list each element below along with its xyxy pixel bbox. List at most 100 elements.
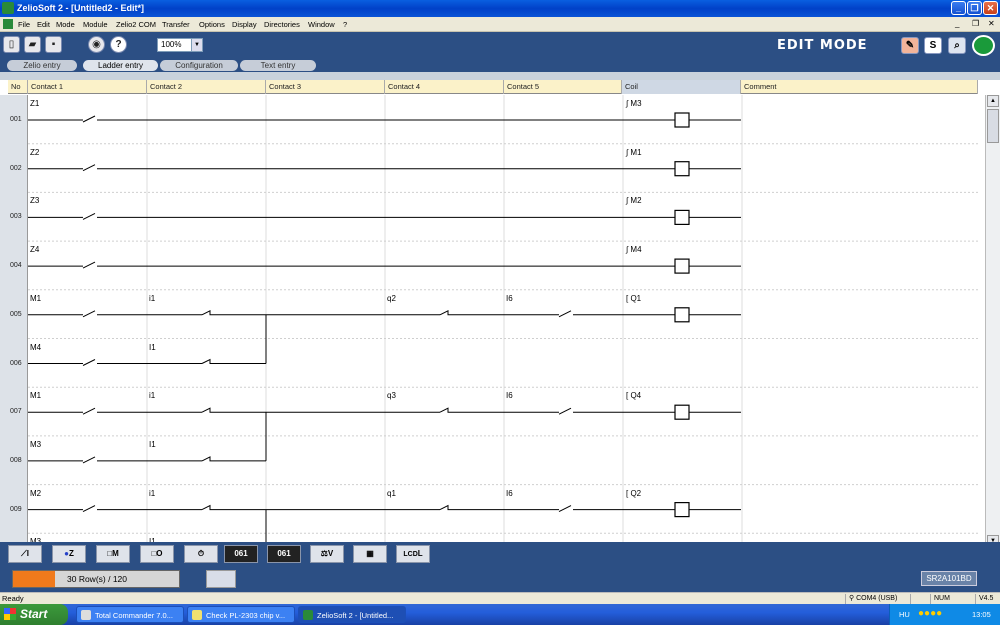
- mdi-restore-button[interactable]: ❐: [972, 19, 979, 28]
- start-button[interactable]: Start: [0, 604, 68, 625]
- scroll-up-arrow[interactable]: ▲: [987, 95, 999, 107]
- row-number: 008: [10, 456, 22, 464]
- close-button[interactable]: ✕: [983, 1, 998, 15]
- palette-compare[interactable]: ⚖V: [310, 545, 344, 563]
- system-tray: HU ●●●● 13:05: [889, 604, 1000, 625]
- coil-label: ∫ M1: [626, 147, 642, 157]
- window-title: ZelioSoft 2 - [Untitled2 - Edit*]: [17, 3, 144, 13]
- palette-clock-grid-icon[interactable]: ▦: [353, 545, 387, 563]
- palette-timer-icon[interactable]: ⏱: [184, 545, 218, 563]
- header-coil: Coil: [622, 80, 741, 94]
- zoom-select[interactable]: 100% ▼: [157, 38, 203, 52]
- coil-box: [674, 307, 690, 323]
- mdi-close-button[interactable]: ✕: [988, 19, 995, 28]
- menu-display[interactable]: Display: [232, 20, 257, 29]
- menu-directories[interactable]: Directories: [264, 20, 300, 29]
- contact-label: q3: [387, 391, 396, 401]
- coil-label: [ Q4: [626, 391, 642, 401]
- module-model: SR2A101BD: [921, 571, 977, 586]
- coil-label: ∫ M2: [626, 196, 642, 206]
- coil-box: [674, 404, 690, 420]
- new-file-button[interactable]: ▯: [3, 36, 20, 53]
- contact-label: q2: [387, 293, 396, 303]
- tab-text-entry[interactable]: Text entry: [240, 60, 316, 71]
- contact-label: I1: [149, 342, 156, 352]
- maximize-button[interactable]: ❐: [967, 1, 982, 15]
- contact-label: i1: [149, 293, 156, 303]
- scroll-down-arrow[interactable]: ▼: [987, 535, 999, 542]
- menu-transfer[interactable]: Transfer: [162, 20, 190, 29]
- task-zeliosoft[interactable]: ZelioSoft 2 - [Untitled...: [298, 606, 406, 623]
- contact-label: M2: [30, 488, 42, 498]
- menu-module[interactable]: Module: [83, 20, 108, 29]
- palette-lcd[interactable]: LCDL: [396, 545, 430, 563]
- palette-counter[interactable]: 061: [224, 545, 258, 563]
- ladder-grid: No Contact 1 Contact 2 Contact 3 Contact…: [0, 72, 1000, 542]
- contact-label: M4: [30, 342, 42, 352]
- contact-label: Z4: [30, 245, 40, 255]
- row-number: 007: [10, 408, 22, 416]
- menu-zelio2com[interactable]: Zelio2 COM: [116, 20, 156, 29]
- module-display-icon[interactable]: [206, 570, 236, 588]
- header-contact2: Contact 2: [147, 80, 266, 94]
- contact-label: I6: [506, 488, 513, 498]
- ladder-diagram[interactable]: [28, 95, 978, 542]
- vertical-scrollbar[interactable]: ▲ ▼: [985, 95, 1000, 542]
- row-number: 001: [10, 116, 22, 123]
- minimize-button[interactable]: _: [951, 1, 966, 15]
- palette-fast-counter[interactable]: 061: [267, 545, 301, 563]
- view-eye-button[interactable]: ◉: [88, 36, 105, 53]
- contact-label: Z1: [30, 99, 40, 108]
- palette-outputs[interactable]: □O: [140, 545, 174, 563]
- note-icon: [192, 610, 202, 620]
- taskbar: Start Total Commander 7.0... Check PL-23…: [0, 604, 1000, 625]
- ladder-rungs: Z1 ∫ M3 Z2 ∫ M1 Z3 ∫ M2 Z4 ∫ M4 M1 i1 q2 I6 [ Q1 M4 I1…: [28, 95, 978, 542]
- task-check-pl2303[interactable]: Check PL-2303 chip v...: [187, 606, 295, 623]
- palette-z-keys[interactable]: ●Z: [52, 545, 86, 563]
- status-bar: Ready ⚲ COM4 (USB) NUM V4.5: [0, 592, 1000, 604]
- doc-icon: [3, 19, 13, 29]
- language-indicator[interactable]: HU: [899, 610, 910, 619]
- edit-mode-label: EDIT MODE: [777, 38, 868, 53]
- coil-box: [674, 209, 690, 226]
- tab-configuration[interactable]: Configuration: [160, 60, 238, 71]
- contact-label: I6: [506, 391, 513, 401]
- edit-mode-button[interactable]: ✎: [901, 37, 919, 54]
- contact-label: Z3: [30, 196, 40, 206]
- menu-bar: File Edit Mode Module Zelio2 COM Transfe…: [0, 17, 1000, 32]
- row-number: 002: [10, 164, 22, 172]
- header-contact5: Contact 5: [504, 80, 622, 94]
- row-number: 009: [10, 505, 22, 513]
- menu-options[interactable]: Options: [199, 20, 225, 29]
- coil-label: ∫ M4: [626, 245, 642, 255]
- palette-input-contact[interactable]: ⟋I: [8, 545, 42, 563]
- status-com: ⚲ COM4 (USB): [845, 594, 910, 604]
- monitor-search-button[interactable]: ⌕: [948, 37, 966, 54]
- tray-icons[interactable]: ●●●●: [918, 608, 942, 619]
- mdi-minimize-button[interactable]: _: [955, 19, 959, 28]
- coil-box: [674, 258, 690, 274]
- row-number: 004: [10, 262, 22, 270]
- header-contact4: Contact 4: [385, 80, 504, 94]
- menu-help[interactable]: ?: [343, 20, 347, 29]
- open-folder-button[interactable]: ▰: [24, 36, 41, 53]
- row-number: 003: [10, 213, 22, 221]
- help-button[interactable]: ?: [110, 36, 127, 53]
- menu-window[interactable]: Window: [308, 20, 335, 29]
- tab-zelio-entry[interactable]: Zelio entry: [7, 60, 77, 71]
- tab-ladder-entry[interactable]: Ladder entry: [83, 60, 158, 71]
- contact-label: i1: [149, 391, 156, 401]
- row-count: 30 Row(s) / 120: [67, 574, 127, 584]
- palette-memory-bits[interactable]: □M: [96, 545, 130, 563]
- row-number: 005: [10, 310, 22, 318]
- simulation-button[interactable]: S: [924, 37, 942, 54]
- task-total-commander[interactable]: Total Commander 7.0...: [76, 606, 184, 623]
- contact-label: M1: [30, 293, 42, 303]
- scroll-thumb[interactable]: [987, 109, 999, 143]
- menu-mode[interactable]: Mode: [56, 20, 75, 29]
- folder-icon: [81, 610, 91, 620]
- save-button[interactable]: ▪: [45, 36, 62, 53]
- menu-edit[interactable]: Edit: [37, 20, 50, 29]
- menu-file[interactable]: File: [18, 20, 30, 29]
- status-empty: [910, 594, 930, 604]
